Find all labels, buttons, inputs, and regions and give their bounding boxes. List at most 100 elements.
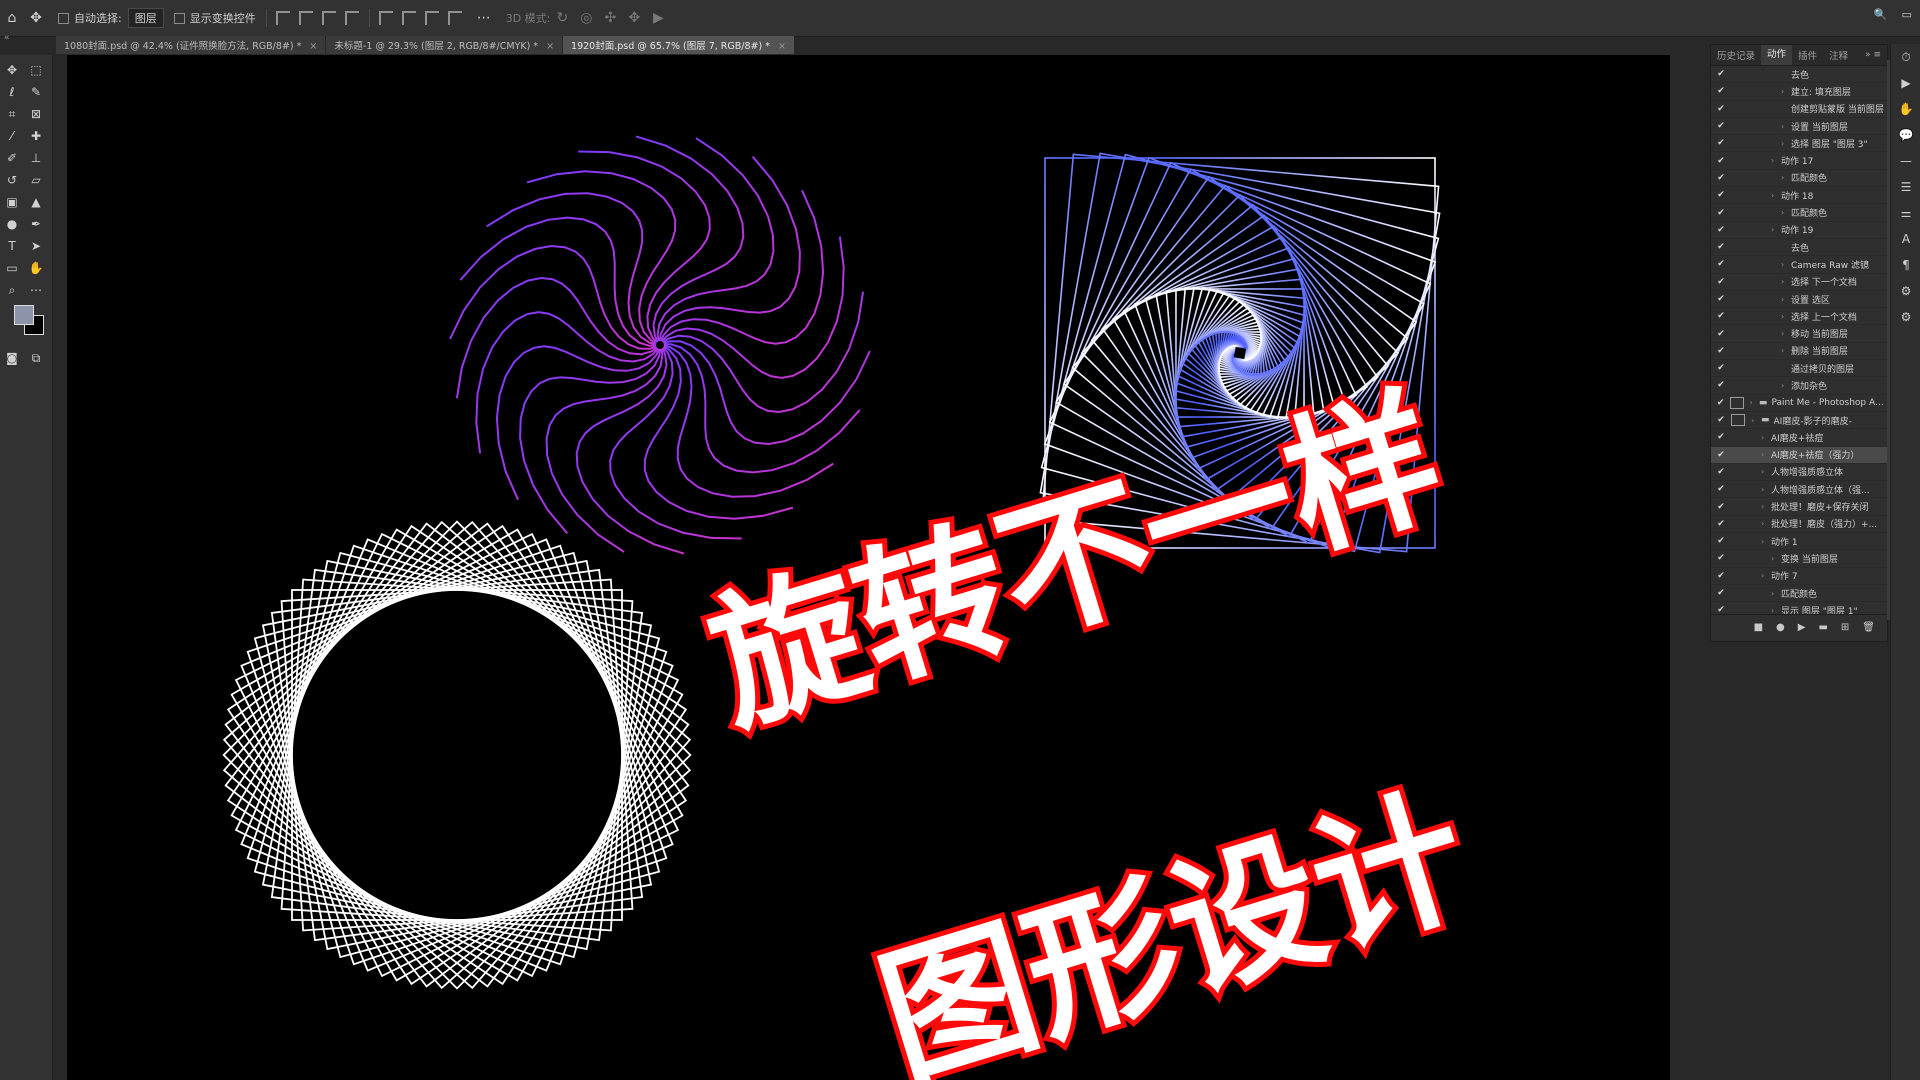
- action-row[interactable]: ✔ › 显示 图层 "图层 1": [1711, 602, 1887, 614]
- crop-tool-icon[interactable]: ⌗: [2, 105, 22, 123]
- dialog-toggle-icon[interactable]: [1731, 189, 1745, 201]
- dialog-toggle-icon[interactable]: [1731, 587, 1745, 599]
- gradient-tool-icon[interactable]: ▣: [2, 193, 22, 211]
- tab-notes[interactable]: 注释: [1823, 48, 1854, 62]
- chevron-right-icon[interactable]: ›: [1751, 416, 1761, 425]
- more-options-icon[interactable]: ⋯: [472, 7, 496, 29]
- align-middle-icon[interactable]: [401, 11, 416, 25]
- action-row[interactable]: ✔ › 移动 当前图层: [1711, 325, 1887, 343]
- checkmark-icon[interactable]: ✔: [1715, 259, 1727, 269]
- chevron-right-icon[interactable]: ›: [1771, 225, 1781, 234]
- action-row[interactable]: ✔ 通过拷贝的图层: [1711, 360, 1887, 378]
- dialog-toggle-icon[interactable]: [1731, 379, 1745, 391]
- roll-3d-icon[interactable]: ◎: [574, 7, 598, 29]
- eyedropper-tool-icon[interactable]: ⁄: [2, 127, 22, 145]
- character-icon[interactable]: A: [1891, 226, 1920, 252]
- dialog-toggle-icon[interactable]: [1731, 276, 1745, 288]
- doc-tab[interactable]: 1080封面.psd @ 42.4% (证件照换脸方法, RGB/8#) * ×: [56, 36, 326, 54]
- dodge-tool-icon[interactable]: ●: [2, 215, 22, 233]
- action-row[interactable]: ✔ › 人物增强质感立体: [1711, 464, 1887, 482]
- document-canvas[interactable]: 旋转不一样 图形设计: [67, 55, 1670, 1080]
- close-icon[interactable]: ×: [309, 41, 317, 52]
- checkmark-icon[interactable]: ✔: [1715, 311, 1727, 321]
- checkmark-icon[interactable]: ✔: [1715, 484, 1727, 494]
- action-row[interactable]: ✔ › 设置 当前图层: [1711, 118, 1887, 136]
- dialog-toggle-icon[interactable]: [1731, 501, 1745, 513]
- dialog-toggle-icon[interactable]: [1731, 466, 1745, 478]
- marquee-tool-icon[interactable]: ⬚: [26, 61, 46, 79]
- action-row[interactable]: ✔ › 选择 图层 "图层 3": [1711, 135, 1887, 153]
- chevron-right-icon[interactable]: ›: [1761, 433, 1771, 442]
- search-icon[interactable]: 🔍: [1874, 8, 1888, 21]
- align-center-icon[interactable]: [298, 11, 313, 25]
- checkmark-icon[interactable]: ✔: [1715, 294, 1727, 304]
- dialog-toggle-icon[interactable]: [1731, 414, 1745, 427]
- action-row[interactable]: ✔ › AI磨皮+祛痘（强力）: [1711, 446, 1887, 464]
- dialog-toggle-icon[interactable]: [1730, 396, 1744, 409]
- dialog-toggle-icon[interactable]: [1731, 431, 1745, 443]
- play-icon[interactable]: ▶: [1798, 622, 1806, 633]
- action-row[interactable]: ✔ › 动作 18: [1711, 187, 1887, 205]
- dialog-toggle-icon[interactable]: [1731, 224, 1745, 236]
- brush-tool-icon[interactable]: ✐: [2, 149, 22, 167]
- action-row[interactable]: ✔ › 选择 上一个文档: [1711, 308, 1887, 326]
- checkmark-icon[interactable]: ✔: [1715, 502, 1727, 512]
- hand-tool-icon[interactable]: ✋: [26, 259, 46, 277]
- trash-icon[interactable]: 🗑: [1862, 622, 1875, 633]
- action-row[interactable]: ✔ › 匹配颜色: [1711, 585, 1887, 603]
- dialog-toggle-icon[interactable]: [1731, 328, 1745, 340]
- tab-plugins[interactable]: 插件: [1792, 48, 1823, 62]
- action-row[interactable]: ✔ › 动作 17: [1711, 152, 1887, 170]
- chevron-right-icon[interactable]: ›: [1761, 537, 1771, 546]
- orbit-3d-icon[interactable]: ↻: [550, 7, 574, 29]
- checkmark-icon[interactable]: ✔: [1715, 104, 1727, 114]
- checkmark-icon[interactable]: ✔: [1715, 380, 1727, 390]
- checkmark-icon[interactable]: ✔: [1715, 415, 1727, 425]
- chevron-right-icon[interactable]: ›: [1781, 208, 1791, 217]
- actions-play-icon[interactable]: ▶: [1891, 70, 1920, 96]
- align-right-icon[interactable]: [321, 11, 336, 25]
- action-row[interactable]: ✔ › 建立: 填充图层: [1711, 83, 1887, 101]
- drag-3d-icon[interactable]: ✣: [598, 7, 622, 29]
- zoom-tool-icon[interactable]: ⌕: [2, 281, 22, 299]
- checkmark-icon[interactable]: ✔: [1715, 363, 1727, 373]
- checkmark-icon[interactable]: ✔: [1715, 553, 1727, 563]
- action-row[interactable]: ✔ › 人物增强质感立体（强...: [1711, 481, 1887, 499]
- chevron-right-icon[interactable]: ›: [1771, 156, 1781, 165]
- dialog-toggle-icon[interactable]: [1731, 120, 1745, 132]
- action-row[interactable]: ✔ › 批处理！磨皮（强力）+...: [1711, 516, 1887, 534]
- frame-tool-icon[interactable]: ⊠: [26, 105, 46, 123]
- camera-3d-icon[interactable]: ▶: [646, 7, 670, 29]
- history-icon[interactable]: ⏱: [1891, 44, 1920, 70]
- type-tool-icon[interactable]: T: [2, 237, 22, 255]
- eraser-tool-icon[interactable]: ▱: [26, 171, 46, 189]
- checkmark-icon[interactable]: ✔: [1715, 605, 1727, 614]
- auto-select-checkbox[interactable]: 自动选择: 图层: [58, 8, 164, 28]
- action-row[interactable]: ✔ 去色: [1711, 66, 1887, 84]
- doc-tab[interactable]: 未标题-1 @ 29.3% (图层 2, RGB/8#/CMYK) * ×: [326, 36, 563, 54]
- action-row[interactable]: ✔ › 匹配颜色: [1711, 204, 1887, 222]
- stop-icon[interactable]: ■: [1754, 622, 1763, 633]
- chevron-right-icon[interactable]: ›: [1761, 571, 1771, 580]
- path-select-tool-icon[interactable]: ➤: [26, 237, 46, 255]
- brush-settings-icon[interactable]: ⚙: [1891, 304, 1920, 330]
- chevron-right-icon[interactable]: ›: [1781, 312, 1791, 321]
- checkmark-icon[interactable]: ✔: [1715, 519, 1727, 529]
- action-row[interactable]: ✔ › 变换 当前图层: [1711, 550, 1887, 568]
- action-row[interactable]: ✔ › 动作 1: [1711, 533, 1887, 551]
- plugins-icon[interactable]: ✋: [1891, 96, 1920, 122]
- dialog-toggle-icon[interactable]: [1731, 85, 1745, 97]
- panel-menu-icon[interactable]: » ≡: [1865, 50, 1887, 60]
- color-swatches[interactable]: [10, 305, 52, 343]
- distribute-icon[interactable]: [344, 11, 359, 25]
- show-transform-checkbox[interactable]: 显示变换控件: [173, 10, 256, 26]
- dialog-toggle-icon[interactable]: [1731, 570, 1745, 582]
- slide-3d-icon[interactable]: ✥: [622, 7, 646, 29]
- action-row[interactable]: ✔ › Camera Raw 滤镜: [1711, 256, 1887, 274]
- dialog-toggle-icon[interactable]: [1731, 518, 1745, 530]
- action-row[interactable]: ✔ › 选择 下一个文档: [1711, 274, 1887, 291]
- action-row[interactable]: ✔ › 动作 19: [1711, 222, 1887, 239]
- align-bottom-icon[interactable]: [424, 11, 439, 25]
- dialog-toggle-icon[interactable]: [1731, 172, 1745, 184]
- move-tool-icon[interactable]: ✥: [2, 61, 22, 79]
